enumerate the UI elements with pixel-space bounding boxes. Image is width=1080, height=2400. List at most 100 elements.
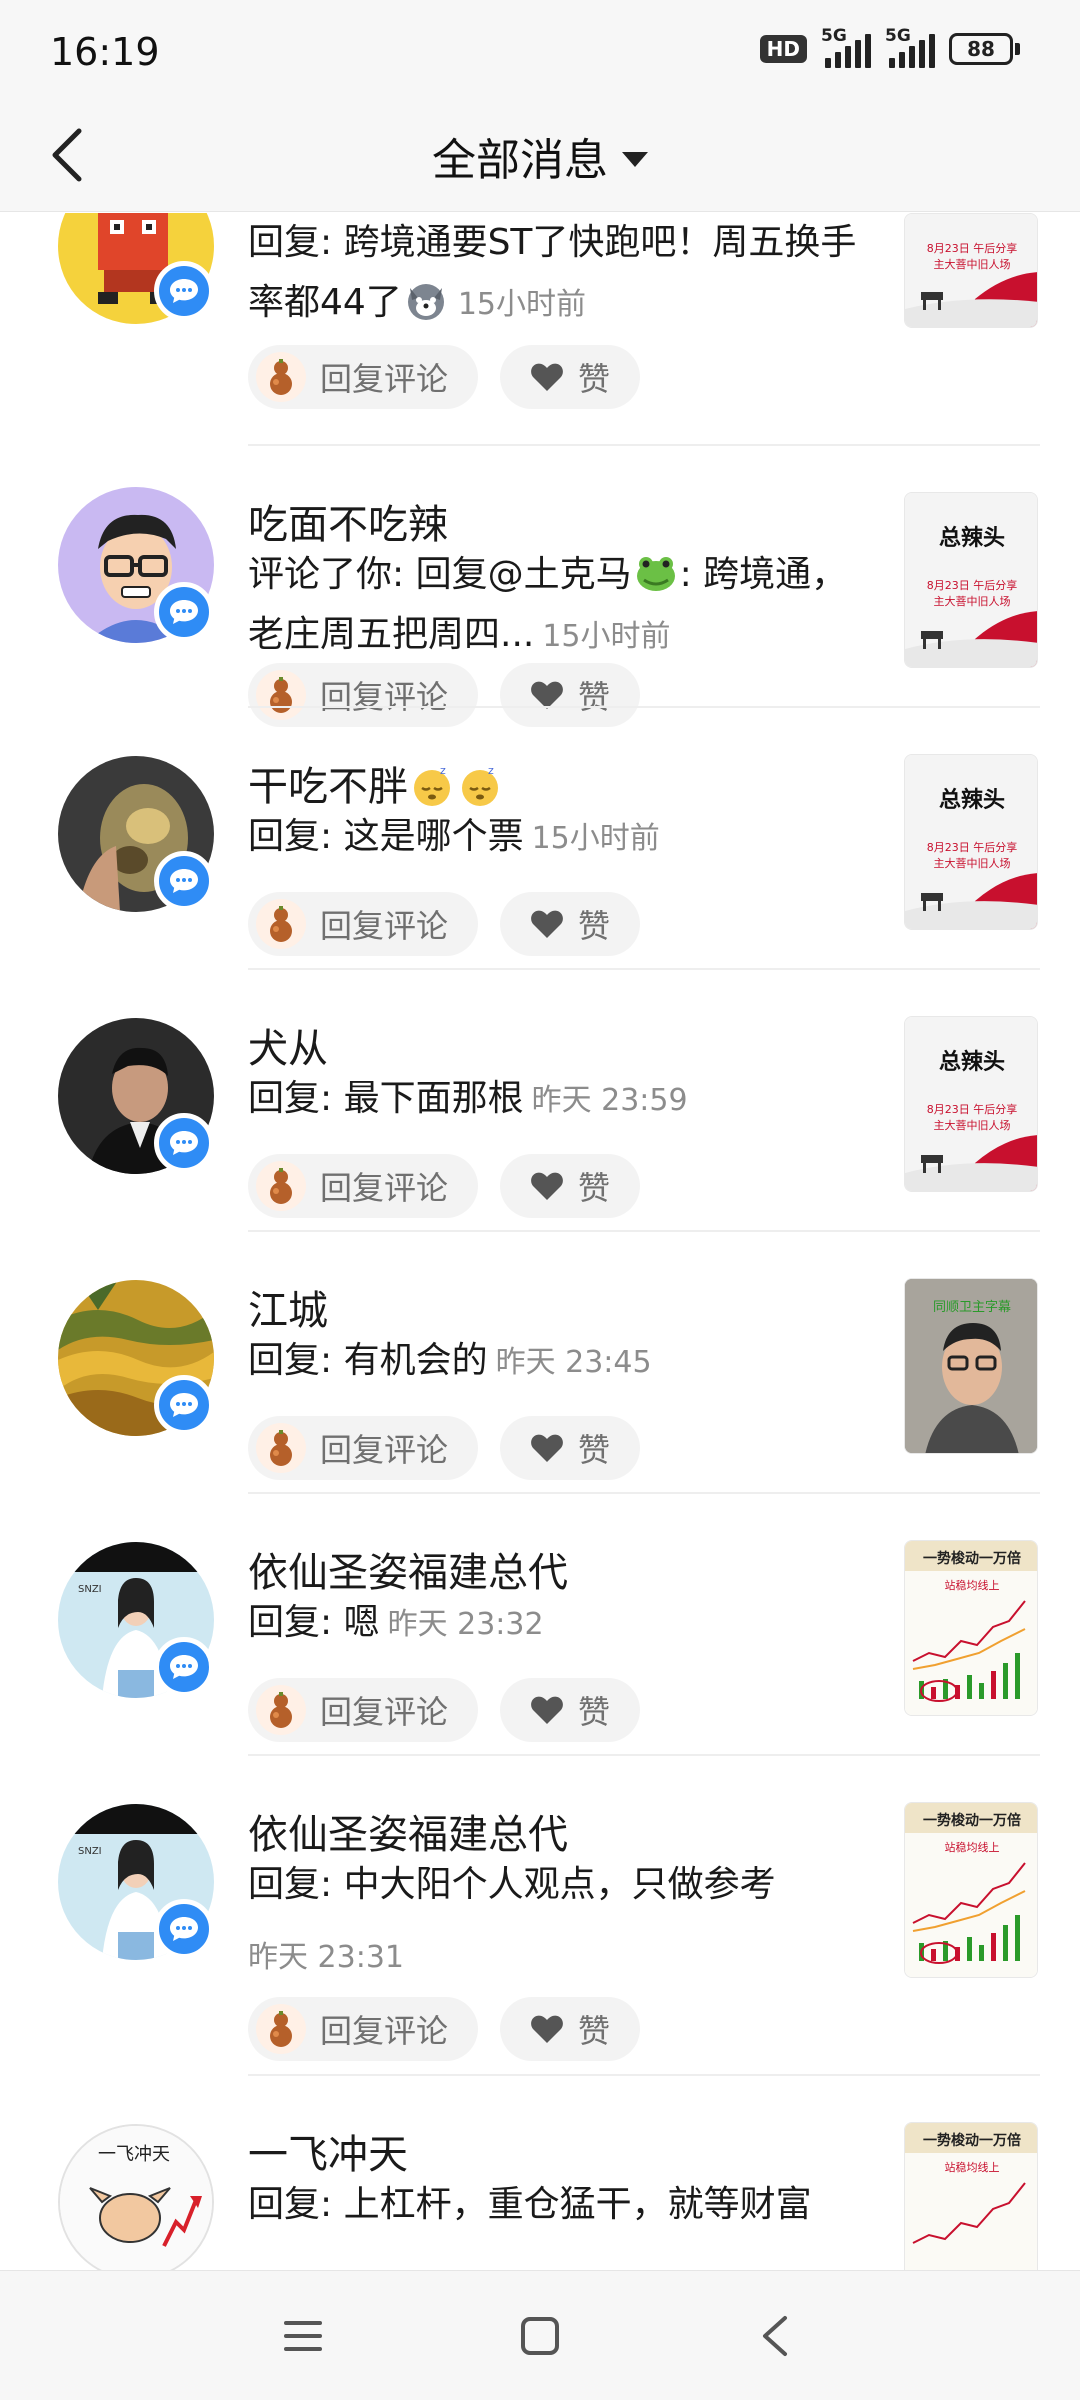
message-list[interactable]: 回复: 跨境通要ST了快跑吧！周五换手率都44了 15小时前 回复评论 赞 8月2… bbox=[0, 213, 1080, 2270]
status-time: 16:19 bbox=[50, 30, 160, 74]
sleepy-emoji-icon: z bbox=[414, 764, 450, 806]
username[interactable]: 吃面不吃辣 bbox=[248, 492, 448, 550]
menu-icon bbox=[284, 2321, 322, 2351]
gourd-icon bbox=[256, 352, 306, 402]
post-thumbnail[interactable]: 一势梭动一万倍 站稳均线上 bbox=[904, 1802, 1038, 1978]
reply-comment-button[interactable]: 回复评论 bbox=[248, 1997, 478, 2061]
comment-badge-icon bbox=[154, 1375, 214, 1435]
heart-icon bbox=[531, 363, 563, 391]
chevron-left-icon bbox=[763, 2316, 787, 2356]
message-content[interactable]: 回复: 跨境通要ST了快跑吧！周五换手率都44了 15小时前 bbox=[248, 213, 878, 335]
svg-text:站稳均线上: 站稳均线上 bbox=[945, 2160, 1000, 2174]
like-button[interactable]: 赞 bbox=[500, 1154, 640, 1218]
system-back-button[interactable] bbox=[740, 2301, 810, 2371]
svg-text:8月23日 午后分享: 8月23日 午后分享 bbox=[927, 1102, 1018, 1116]
post-thumbnail[interactable]: 一势梭动一万倍 站稳均线上 bbox=[904, 1540, 1038, 1716]
username[interactable]: 一飞冲天 bbox=[248, 2122, 408, 2180]
app-header: 全部消息 bbox=[0, 100, 1080, 212]
post-thumbnail[interactable]: 总辣头 8月23日 午后分享 主大菩中旧人场 bbox=[904, 754, 1038, 930]
post-thumbnail[interactable]: 总辣头 8月23日 午后分享 主大菩中旧人场 bbox=[904, 492, 1038, 668]
comment-badge-icon bbox=[154, 261, 214, 321]
heart-icon bbox=[531, 1172, 563, 1200]
username[interactable]: 干吃不胖 z z bbox=[248, 754, 504, 812]
post-thumbnail[interactable]: 总辣头 8月23日 午后分享 主大菩中旧人场 bbox=[904, 1016, 1038, 1192]
page-title: 全部消息 bbox=[432, 135, 608, 186]
svg-text:8月23日 午后分享: 8月23日 午后分享 bbox=[927, 241, 1018, 255]
message-content[interactable]: 回复: 上杠杆，重仓猛干，就等财富 bbox=[248, 2175, 878, 2235]
reply-comment-button[interactable]: 回复评论 bbox=[248, 1154, 478, 1218]
svg-text:总辣头: 总辣头 bbox=[939, 1049, 1005, 1075]
svg-text:总辣头: 总辣头 bbox=[939, 787, 1005, 813]
sleepy-emoji-icon: z bbox=[462, 764, 498, 806]
message-content[interactable]: 回复: 有机会的 昨天 23:45 bbox=[248, 1331, 878, 1393]
svg-text:主大菩中旧人场: 主大菩中旧人场 bbox=[934, 1118, 1011, 1132]
heart-icon bbox=[531, 1434, 563, 1462]
svg-text:一势梭动一万倍: 一势梭动一万倍 bbox=[923, 2132, 1021, 2149]
comment-badge-icon bbox=[154, 1637, 214, 1697]
reply-comment-button[interactable]: 回复评论 bbox=[248, 1678, 478, 1742]
svg-text:主大菩中旧人场: 主大菩中旧人场 bbox=[934, 594, 1011, 608]
svg-text:z: z bbox=[440, 764, 446, 777]
comment-badge-icon bbox=[154, 1899, 214, 1959]
message-content[interactable]: 回复: 这是哪个票 15小时前 bbox=[248, 807, 878, 869]
username[interactable]: 犬从 bbox=[248, 1016, 328, 1074]
signal-icon-1: 5G bbox=[821, 26, 871, 68]
wolf-emoji-icon bbox=[407, 284, 444, 320]
svg-text:SNZI: SNZI bbox=[78, 1846, 102, 1857]
username[interactable]: 依仙圣姿福建总代 bbox=[248, 1540, 568, 1598]
list-item[interactable]: 一飞冲天 一飞冲天 回复: 上杠杆，重仓猛干，就等财富 一势梭动一万倍 站稳均线… bbox=[0, 2076, 1080, 2270]
list-item[interactable]: 犬从 回复: 最下面那根 昨天 23:59 回复评论 赞 总辣头 8月23日 午后… bbox=[0, 970, 1080, 1232]
caret-down-icon bbox=[622, 151, 648, 167]
system-nav-bar bbox=[0, 2270, 1080, 2400]
status-bar: 16:19 HD 5G 5G 88 bbox=[0, 0, 1080, 100]
gourd-icon bbox=[256, 2004, 306, 2054]
gourd-icon bbox=[256, 1685, 306, 1735]
reply-comment-button[interactable]: 回复评论 bbox=[248, 892, 478, 956]
svg-text:主大菩中旧人场: 主大菩中旧人场 bbox=[934, 257, 1011, 271]
hd-voice-icon: HD bbox=[759, 35, 807, 63]
list-item[interactable]: 吃面不吃辣 评论了你: 回复@土克马: 跨境通，老庄周五把周四... 15小时前 … bbox=[0, 446, 1080, 727]
svg-text:主大菩中旧人场: 主大菩中旧人场 bbox=[934, 856, 1011, 870]
message-content[interactable]: 回复: 中大阳个人观点，只做参考 bbox=[248, 1855, 878, 1915]
message-content[interactable]: 回复: 嗯昨天 23:32 bbox=[248, 1593, 878, 1655]
square-home-icon bbox=[521, 2317, 559, 2355]
svg-text:站稳均线上: 站稳均线上 bbox=[945, 1578, 1000, 1592]
list-item[interactable]: 江城 回复: 有机会的 昨天 23:45 回复评论 赞 同顺卫主字幕 bbox=[0, 1232, 1080, 1494]
battery-icon: 88 bbox=[949, 33, 1020, 65]
avatar[interactable]: 一飞冲天 bbox=[58, 2124, 214, 2270]
username[interactable]: 江城 bbox=[248, 1278, 328, 1336]
home-button[interactable] bbox=[505, 2301, 575, 2371]
frog-emoji-icon bbox=[636, 557, 675, 591]
heart-icon bbox=[531, 2015, 563, 2043]
like-button[interactable]: 赞 bbox=[500, 1678, 640, 1742]
list-item[interactable]: 干吃不胖 z z 回复: 这是哪个票 15小时前 回复评论 赞 总辣头 8月23日 午… bbox=[0, 708, 1080, 970]
heart-icon bbox=[531, 1696, 563, 1724]
svg-text:一飞冲天: 一飞冲天 bbox=[98, 2144, 170, 2165]
menu-button[interactable] bbox=[268, 2301, 338, 2371]
svg-text:站稳均线上: 站稳均线上 bbox=[945, 1840, 1000, 1854]
reply-comment-button[interactable]: 回复评论 bbox=[248, 345, 478, 409]
message-content[interactable]: 回复: 最下面那根 昨天 23:59 bbox=[248, 1069, 878, 1131]
post-thumbnail[interactable]: 一势梭动一万倍 站稳均线上 bbox=[904, 2122, 1038, 2270]
post-thumbnail[interactable]: 同顺卫主字幕 bbox=[904, 1278, 1038, 1454]
svg-text:一势梭动一万倍: 一势梭动一万倍 bbox=[923, 1550, 1021, 1567]
svg-text:同顺卫主字幕: 同顺卫主字幕 bbox=[933, 1300, 1011, 1315]
list-item[interactable]: 回复: 跨境通要ST了快跑吧！周五换手率都44了 15小时前 回复评论 赞 8月2… bbox=[0, 213, 1080, 446]
filter-dropdown[interactable]: 全部消息 bbox=[0, 124, 1080, 188]
list-item[interactable]: SNZI 依仙圣姿福建总代 回复: 中大阳个人观点，只做参考 昨天 23:31 … bbox=[0, 1756, 1080, 2076]
like-button[interactable]: 赞 bbox=[500, 1997, 640, 2061]
reply-comment-button[interactable]: 回复评论 bbox=[248, 1416, 478, 1480]
like-button[interactable]: 赞 bbox=[500, 345, 640, 409]
status-icons: HD 5G 5G 88 bbox=[759, 26, 1020, 68]
like-button[interactable]: 赞 bbox=[500, 1416, 640, 1480]
gourd-icon bbox=[256, 899, 306, 949]
message-content[interactable]: 评论了你: 回复@土克马: 跨境通，老庄周五把周四... 15小时前 bbox=[248, 545, 878, 667]
post-thumbnail[interactable]: 8月23日 午后分享 主大菩中旧人场 bbox=[904, 213, 1038, 328]
like-button[interactable]: 赞 bbox=[500, 892, 640, 956]
comment-badge-icon bbox=[154, 582, 214, 642]
list-item[interactable]: SNZI 依仙圣姿福建总代 回复: 嗯昨天 23:32 回复评论 赞 一势梭动一… bbox=[0, 1494, 1080, 1756]
gourd-icon bbox=[256, 1161, 306, 1211]
comment-badge-icon bbox=[154, 1113, 214, 1173]
username[interactable]: 依仙圣姿福建总代 bbox=[248, 1802, 568, 1860]
signal-icon-2: 5G bbox=[885, 26, 935, 68]
